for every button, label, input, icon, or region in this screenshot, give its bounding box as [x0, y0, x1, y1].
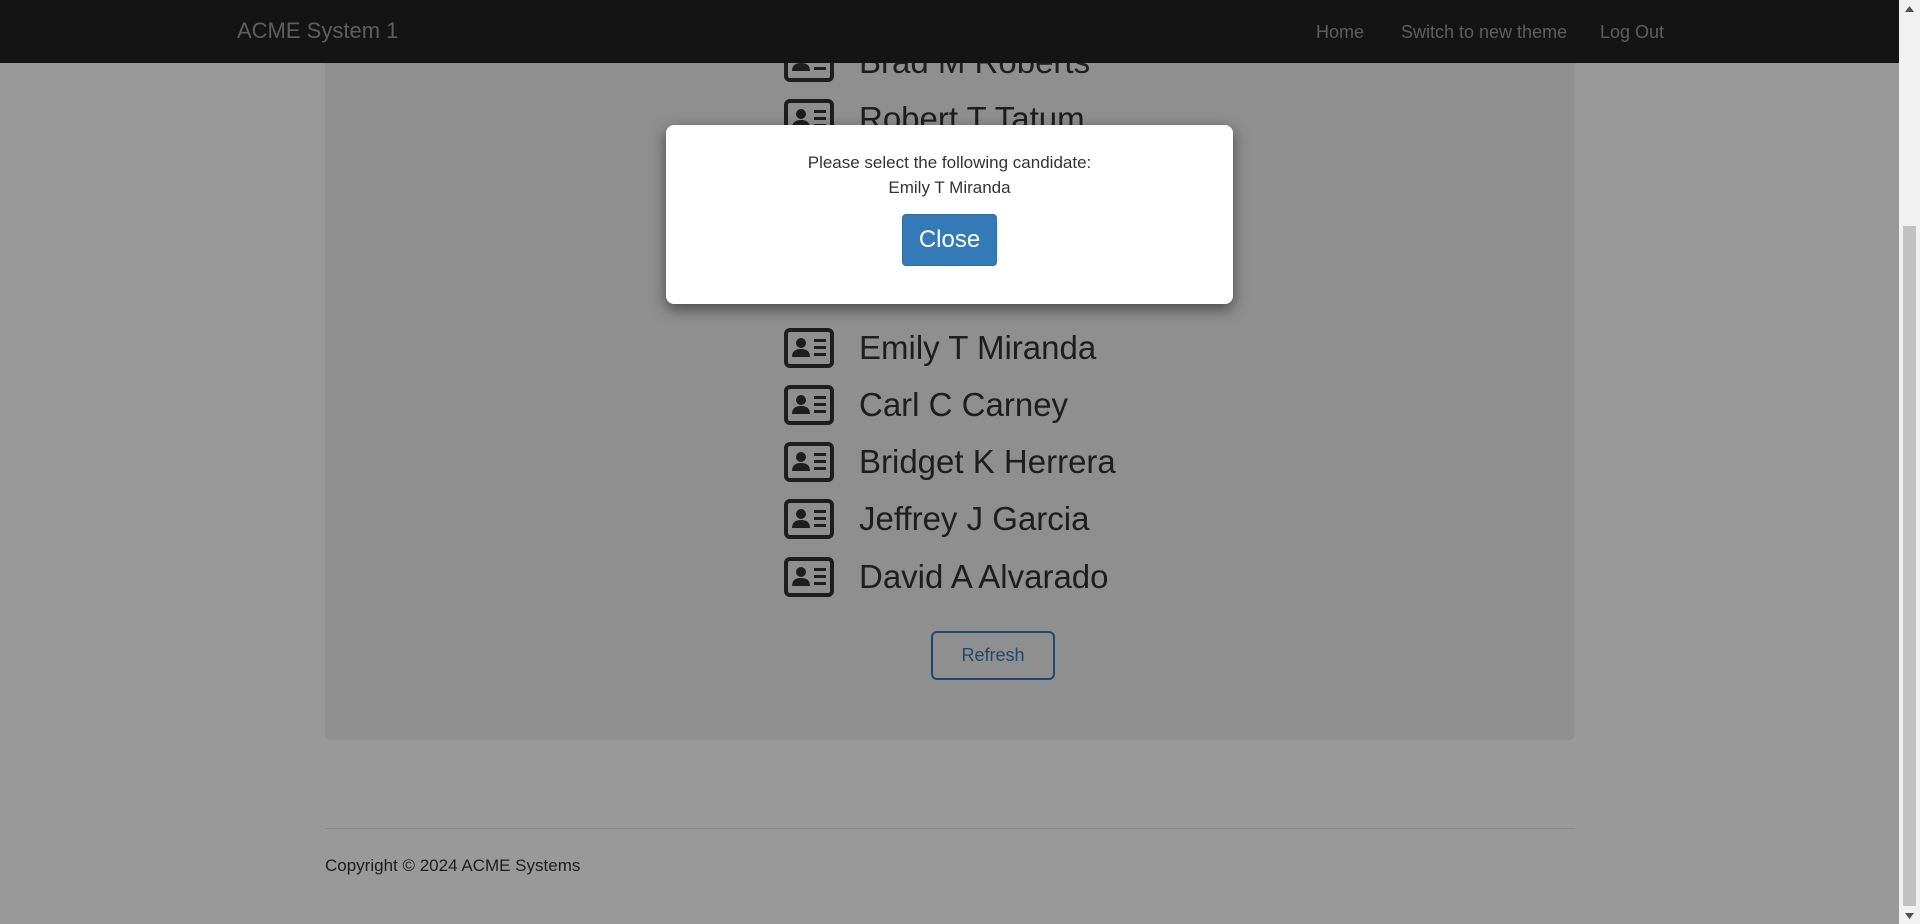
scroll-up-icon[interactable] [1899, 0, 1920, 17]
close-button[interactable]: Close [902, 214, 997, 266]
candidate-dialog: Please select the following candidate: E… [666, 125, 1233, 304]
vertical-scrollbar[interactable] [1899, 0, 1920, 924]
dialog-instruction: Please select the following candidate: [807, 153, 1092, 172]
scroll-down-icon[interactable] [1899, 907, 1920, 924]
dialog-candidate-name: Emily T Miranda [888, 178, 1011, 197]
scrollbar-thumb[interactable] [1903, 226, 1916, 906]
